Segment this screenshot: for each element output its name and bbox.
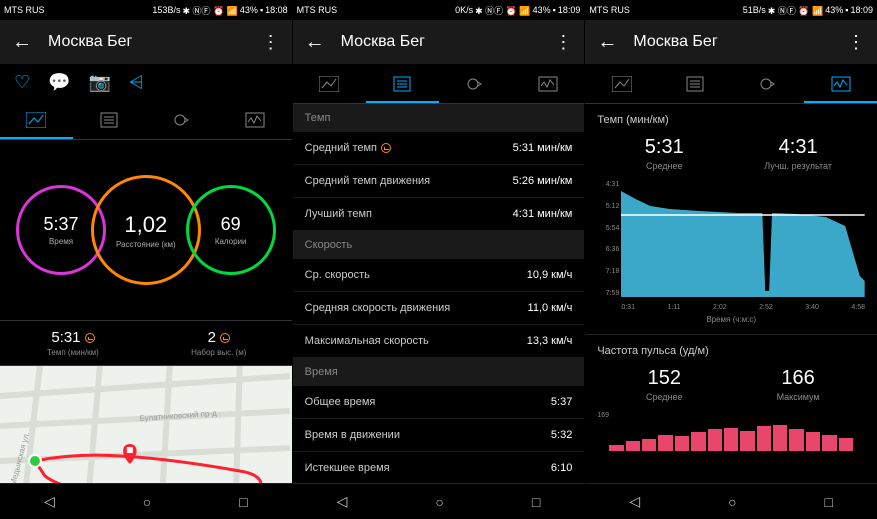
nav-back-icon[interactable]: ◁	[337, 493, 348, 510]
row-mov-speed[interactable]: Средняя скорость движения11,0 км/ч	[293, 292, 585, 325]
charts-content: Темп (мин/км) 5:31Среднее 4:31Лучш. резу…	[585, 104, 877, 483]
nav-recent-icon[interactable]: □	[532, 494, 540, 510]
nav-home-icon[interactable]: ○	[728, 494, 736, 510]
row-mov-pace[interactable]: Средний темп движения5:26 мин/км	[293, 165, 585, 198]
page-title: Москва Бег	[48, 33, 262, 51]
nav-bar: ◁ ○ □	[585, 483, 877, 519]
status-bar: MTS RUS 51B/s✱ ⓃⒻ ⏰ 📶43%▪18:09	[585, 0, 877, 20]
pace-chart-xlabel: Время (ч:м:с)	[597, 315, 865, 324]
tab-stats[interactable]	[366, 64, 439, 103]
nav-home-icon[interactable]: ○	[435, 494, 443, 510]
map-view[interactable]: Булатниковский пр-д Медынская ул. Булатн…	[0, 366, 292, 483]
nav-recent-icon[interactable]: □	[825, 494, 833, 510]
tab-charts[interactable]	[511, 64, 584, 103]
comment-icon[interactable]: 💬	[48, 72, 70, 93]
pace-summary[interactable]: 5:31 Темп (мин/км)	[0, 321, 146, 365]
pace-chart: 4:315:125:546:367:187:59 0:311:112:022:5…	[597, 181, 865, 311]
hr-chart	[597, 421, 865, 451]
nav-back-icon[interactable]: ◁	[44, 493, 55, 510]
overview-content: 5:37 Время 1,02 Расстояние (км) 69 Калор…	[0, 140, 292, 483]
nav-bar: ◁ ○ □	[0, 483, 292, 519]
tabs	[585, 64, 877, 104]
summary-circles: 5:37 Время 1,02 Расстояние (км) 69 Калор…	[0, 140, 292, 320]
nav-home-icon[interactable]: ○	[143, 494, 151, 510]
section-speed: Скорость	[293, 231, 585, 259]
menu-icon[interactable]: ⋮	[262, 32, 280, 53]
back-icon[interactable]: ←	[597, 31, 617, 54]
pace-best-stat: 4:31Лучш. результат	[731, 136, 865, 171]
title-bar: ← Москва Бег ⋮	[585, 20, 877, 64]
action-bar: ♡ 💬 📷 ⩤	[0, 64, 292, 100]
tab-laps[interactable]	[439, 64, 512, 103]
tab-laps[interactable]	[146, 100, 219, 139]
status-bar: MTS RUS 0K/s✱ ⓃⒻ ⏰ 📶43%▪18:09	[293, 0, 585, 20]
row-best-pace[interactable]: Лучший темп4:31 мин/км	[293, 198, 585, 231]
tab-stats[interactable]	[658, 64, 731, 103]
tabs	[0, 100, 292, 140]
summary-row: 5:31 Темп (мин/км) 2 Набор выс. (м)	[0, 320, 292, 366]
row-avg-pace[interactable]: Средний темп5:31 мин/км	[293, 132, 585, 165]
distance-circle[interactable]: 1,02 Расстояние (км)	[91, 175, 201, 285]
menu-icon[interactable]: ⋮	[847, 32, 865, 53]
tab-stats[interactable]	[73, 100, 146, 139]
row-avg-speed[interactable]: Ср. скорость10,9 км/ч	[293, 259, 585, 292]
back-icon[interactable]: ←	[305, 31, 325, 54]
pace-chart-card[interactable]: Темп (мин/км) 5:31Среднее 4:31Лучш. резу…	[585, 104, 877, 334]
hr-chart-card[interactable]: Частота пульса (уд/м) 152Среднее 166Макс…	[585, 335, 877, 461]
hr-chart-title: Частота пульса (уд/м)	[597, 345, 865, 357]
camera-icon[interactable]: 📷	[89, 72, 111, 93]
stats-content: Темп Средний темп5:31 мин/км Средний тем…	[293, 104, 585, 483]
nav-recent-icon[interactable]: □	[239, 494, 247, 510]
row-max-speed[interactable]: Максимальная скорость13,3 км/ч	[293, 325, 585, 358]
tab-overview[interactable]	[0, 100, 73, 139]
nav-back-icon[interactable]: ◁	[629, 493, 640, 510]
tab-overview[interactable]	[585, 64, 658, 103]
title-bar: ← Москва Бег ⋮	[293, 20, 585, 64]
status-bar: MTS RUS 153B/s✱ ⓃⒻ ⏰ 📶43%▪18:08	[0, 0, 292, 20]
elev-summary[interactable]: 2 Набор выс. (м)	[146, 321, 292, 365]
section-time: Время	[293, 358, 585, 386]
hr-max-stat: 166Максимум	[731, 367, 865, 402]
tab-charts[interactable]	[804, 64, 877, 103]
pace-chart-title: Темп (мин/км)	[597, 114, 865, 126]
pulse-icon	[220, 333, 230, 343]
tabs	[293, 64, 585, 104]
back-icon[interactable]: ←	[12, 31, 32, 54]
pulse-icon	[85, 333, 95, 343]
favorite-icon[interactable]: ♡	[14, 72, 30, 93]
calories-circle[interactable]: 69 Калории	[186, 185, 276, 275]
menu-icon[interactable]: ⋮	[554, 32, 572, 53]
page-title: Москва Бег	[633, 33, 847, 51]
section-pace: Темп	[293, 104, 585, 132]
title-bar: ← Москва Бег ⋮	[0, 20, 292, 64]
tab-charts[interactable]	[219, 100, 292, 139]
row-total-time[interactable]: Общее время5:37	[293, 386, 585, 419]
pace-avg-stat: 5:31Среднее	[597, 136, 731, 171]
row-elapsed[interactable]: Истекшее время6:10	[293, 452, 585, 483]
pulse-icon	[381, 143, 391, 153]
tab-laps[interactable]	[731, 64, 804, 103]
hr-avg-stat: 152Среднее	[597, 367, 731, 402]
page-title: Москва Бег	[341, 33, 555, 51]
tab-overview[interactable]	[293, 64, 366, 103]
row-mov-time[interactable]: Время в движении5:32	[293, 419, 585, 452]
nav-bar: ◁ ○ □	[293, 483, 585, 519]
share-icon[interactable]: ⩤	[129, 72, 143, 93]
